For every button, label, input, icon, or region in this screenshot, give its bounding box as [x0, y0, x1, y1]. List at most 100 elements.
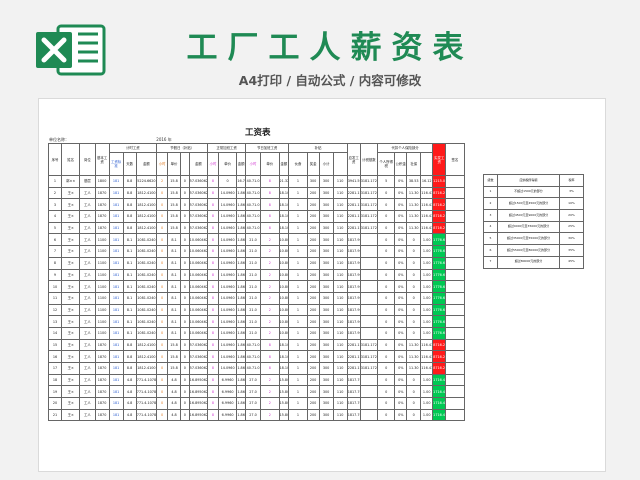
cell-base[interactable]: 1870: [94, 373, 110, 387]
cell-t1[interactable]: 0: [376, 268, 396, 282]
cell-m1[interactable]: 10.0604622: [188, 291, 209, 305]
cell-t4[interactable]: 1.00: [420, 385, 434, 399]
cell-v2[interactable]: 14.0960: [217, 268, 238, 282]
cell-h3[interactable]: 2: [260, 291, 280, 305]
cell-v1[interactable]: 4.8: [167, 408, 182, 422]
cell-m2[interactable]: 1.8600: [236, 408, 246, 422]
cell-m2[interactable]: 1.8600: [236, 210, 246, 223]
cell-sign[interactable]: [445, 210, 465, 223]
cell-m2[interactable]: 1.8600: [236, 338, 246, 352]
cell-post[interactable]: 工人: [79, 291, 96, 305]
cell-p1[interactable]: 0: [180, 280, 190, 293]
cell-g1[interactable]: 1817.9001: [346, 291, 361, 305]
cell-t4[interactable]: 116.41: [420, 221, 434, 235]
cell-net[interactable]: 1716.41: [432, 408, 447, 422]
cell-t2[interactable]: 0%: [394, 303, 408, 317]
cell-v1[interactable]: 8.1: [167, 280, 182, 293]
cell-o1[interactable]: 200: [306, 291, 320, 305]
cell-net[interactable]: 8716.2: [432, 210, 447, 223]
cell-v3[interactable]: 10.804622: [278, 291, 290, 305]
cell-t4[interactable]: 1.00: [420, 397, 434, 410]
cell-h1[interactable]: 0: [156, 280, 169, 293]
cell-g2[interactable]: [359, 291, 379, 305]
cell-v2[interactable]: 6.9960: [217, 385, 238, 399]
cell-o2[interactable]: 300: [318, 268, 334, 282]
cell-t2[interactable]: 0%: [394, 233, 408, 247]
cell-h3[interactable]: 8: [260, 175, 280, 188]
cell-p1[interactable]: 0: [180, 397, 190, 410]
cell-post[interactable]: 工人: [79, 210, 96, 223]
cell-h2[interactable]: 8: [207, 303, 219, 317]
cell-d1[interactable]: 8.1: [122, 303, 137, 317]
cell-h1[interactable]: 0: [156, 210, 169, 223]
cell-sign[interactable]: [445, 245, 465, 258]
cell-post[interactable]: 工人: [79, 362, 96, 375]
cell-h1[interactable]: 0: [156, 221, 169, 235]
cell-no[interactable]: 2: [48, 186, 62, 200]
cell-p1[interactable]: 0: [180, 303, 190, 317]
cell-rate[interactable]: 181: [108, 315, 124, 328]
cell-v3[interactable]: 10.804622: [278, 233, 290, 247]
cell-post[interactable]: 工人: [79, 245, 96, 258]
cell-sign[interactable]: [445, 280, 465, 293]
cell-o3[interactable]: 110: [332, 280, 348, 293]
cell-x2[interactable]: 21.0: [244, 245, 262, 258]
cell-no[interactable]: 12: [48, 303, 62, 317]
cell-g2[interactable]: 3181.1726: [359, 198, 379, 212]
cell-d1[interactable]: 8.1: [122, 256, 137, 270]
cell-post[interactable]: 基层: [79, 175, 96, 188]
cell-v2[interactable]: 14.0960: [217, 198, 238, 212]
cell-m2[interactable]: 1.8600: [236, 397, 246, 410]
cell-v3[interactable]: 15.8040622: [278, 385, 290, 399]
cell-x2[interactable]: 40.71.0: [244, 210, 262, 223]
cell-t4[interactable]: 1.00: [420, 256, 434, 270]
cell-g2[interactable]: 3181.1726: [359, 186, 379, 200]
cell-v1[interactable]: 8.1: [167, 326, 182, 340]
cell-net[interactable]: 1215.00: [432, 175, 447, 188]
cell-t3[interactable]: 0: [406, 291, 422, 305]
cell-m1[interactable]: 10.0604622: [188, 233, 209, 247]
cell-x2[interactable]: 27.0: [244, 397, 262, 410]
cell-p1[interactable]: 0: [180, 408, 190, 422]
cell-x2[interactable]: 21.0: [244, 315, 262, 328]
cell-o2[interactable]: 300: [318, 256, 334, 270]
cell-g2[interactable]: [359, 397, 379, 410]
cell-o2[interactable]: 300: [318, 175, 334, 188]
cell-o3[interactable]: 110: [332, 175, 348, 188]
cell-net[interactable]: 8716.2: [432, 350, 447, 363]
cell-base[interactable]: 1100: [94, 233, 110, 247]
cell-o2[interactable]: 300: [318, 408, 334, 422]
cell-base[interactable]: 1100: [94, 280, 110, 293]
cell-v2[interactable]: 14.0960: [217, 256, 238, 270]
cell-h1[interactable]: 0: [156, 268, 169, 282]
cell-g2[interactable]: [359, 408, 379, 422]
cell-m3[interactable]: 1: [288, 315, 308, 328]
cell-h2[interactable]: 8: [207, 210, 219, 223]
cell-g2[interactable]: [359, 326, 379, 340]
cell-sign[interactable]: [445, 408, 465, 422]
cell-base[interactable]: 1100: [94, 326, 110, 340]
cell-g1[interactable]: 1817.9001: [346, 303, 361, 317]
cell-t2[interactable]: 0%: [394, 385, 408, 399]
cell-t1[interactable]: 0: [376, 303, 396, 317]
cell-sign[interactable]: [445, 315, 465, 328]
cell-t1[interactable]: 0: [376, 280, 396, 293]
cell-o3[interactable]: 110: [332, 350, 348, 363]
cell-v2[interactable]: 14.0960: [217, 315, 238, 328]
cell-base[interactable]: 1870: [94, 385, 110, 399]
cell-o1[interactable]: 200: [306, 326, 320, 340]
cell-sign[interactable]: [445, 350, 465, 363]
cell-v3[interactable]: 10.804622: [278, 315, 290, 328]
cell-a1[interactable]: 771.4.1078: [135, 373, 158, 387]
cell-t4[interactable]: 116.41: [420, 198, 434, 212]
cell-post[interactable]: 工人: [79, 350, 96, 363]
cell-a1[interactable]: 1081.0240: [135, 233, 158, 247]
cell-net[interactable]: 1776.67: [432, 256, 447, 270]
cell-v1[interactable]: 8.1: [167, 268, 182, 282]
cell-v1[interactable]: 4.8: [167, 397, 182, 410]
cell-post[interactable]: 工人: [79, 268, 96, 282]
cell-sign[interactable]: [445, 175, 465, 188]
cell-a1[interactable]: 1081.0240: [135, 256, 158, 270]
cell-t2[interactable]: 0%: [394, 350, 408, 363]
cell-t4[interactable]: 1.00: [420, 280, 434, 293]
